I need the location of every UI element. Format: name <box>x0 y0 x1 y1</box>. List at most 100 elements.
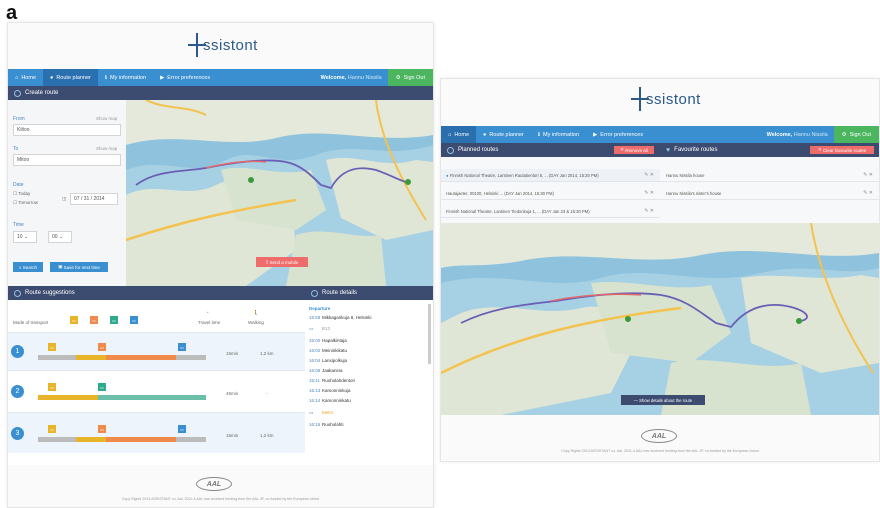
from-show-map-link[interactable]: Show map <box>96 116 117 121</box>
assistant-logo: ssistont <box>188 33 258 57</box>
hour-select[interactable]: 10 ⌄ <box>13 231 37 243</box>
compass-star-icon <box>631 87 649 111</box>
end-marker <box>405 179 411 185</box>
to-input[interactable]: Mitoo <box>13 154 121 166</box>
send-mobile-button[interactable]: ▯ Send a mobile <box>256 257 308 267</box>
edit-icon[interactable]: ✎ ✕ <box>863 172 873 178</box>
home-screen: ssistont ⌂ Home ● Route planner ℹ My inform… <box>440 78 880 462</box>
favourite-route-item[interactable]: Hannu Nissila house ✎ ✕ <box>660 169 879 182</box>
nav-my-information[interactable]: ℹ My information <box>531 126 586 143</box>
metro-icon: ▭ <box>98 383 106 391</box>
favourite-routes-header: ♥ Favourite routes ✕ Clear favourite rou… <box>660 143 879 157</box>
info-icon: ℹ <box>104 74 107 81</box>
bus-mode-toggle[interactable]: ▭ <box>90 316 98 324</box>
detail-stop: 15:58 Mikkagarikuja 8, Helsinki <box>309 315 372 320</box>
minus-icon: — <box>633 397 638 403</box>
planned-route-item[interactable]: Finnish National Theatre, Lantinen Tiedo… <box>441 205 660 218</box>
metro-mode-toggle[interactable]: ▭ <box>110 316 118 324</box>
train-icon: ▭ <box>178 343 186 351</box>
start-marker <box>625 316 631 322</box>
today-checkbox[interactable]: ☐ Today <box>13 191 30 197</box>
clear-favourite-routes-button[interactable]: ✕ Clear favourite routes <box>810 146 874 154</box>
clock-icon: ◔ <box>206 310 209 315</box>
nav-home[interactable]: ⌂ Home <box>441 126 476 143</box>
route-suggestion-row[interactable]: 3 ▭ ▭ ▭ 15min 1,2 km <box>8 412 305 453</box>
metro-icon: ▭ <box>309 410 314 415</box>
tomorrow-checkbox[interactable]: ☐ Tomorrow <box>13 200 38 206</box>
chevron-down-icon: ⌄ <box>58 234 64 240</box>
detail-stop: 16:13 Kamonninkuja <box>309 388 351 393</box>
nav-home[interactable]: ⌂ Home <box>8 69 43 86</box>
to-show-map-link[interactable]: Show map <box>96 146 117 151</box>
tram-icon: ▭ <box>48 383 56 391</box>
copyright-footer: Copy Rights 2014 ASSISTANT co. Aal, 2011… <box>121 497 320 501</box>
bus-icon: ▭ <box>98 343 106 351</box>
flag-icon: ▶ <box>160 74 165 81</box>
search-icon: ⌕ <box>18 264 22 270</box>
end-marker <box>796 318 802 324</box>
create-route-form: From Show map Kiltoo To Show map Mitoo D… <box>8 100 126 286</box>
compass-star-icon <box>188 33 206 57</box>
nav-route-planner[interactable]: ● Route planner <box>476 126 531 143</box>
map-icon <box>14 289 21 297</box>
save-icon: ▣ <box>58 264 63 269</box>
tram-icon: ▭ <box>48 343 56 351</box>
gear-icon: ⚙ <box>841 131 847 138</box>
copyright-footer: Copy Rights 2014 ASSISTANT co. Aal, 2011… <box>561 449 759 453</box>
favourite-route-item[interactable]: Hannu Nissila's sister's house ✎ ✕ <box>660 187 879 200</box>
main-nav: ⌂ Home ● Route planner ℹ My information ▶ Er… <box>441 126 879 143</box>
from-input[interactable]: Kiltoo <box>13 124 121 136</box>
assistant-logo: ssistont <box>631 87 701 111</box>
planned-routes-header: Planned routes ✕ Remove all <box>441 143 660 157</box>
train-mode-toggle[interactable]: ▭ <box>130 316 138 324</box>
route-suggestion-row[interactable]: 2 ▭ ▭ 45min - <box>8 370 305 413</box>
nav-error-preferences[interactable]: ▶ Error preferences <box>586 126 650 143</box>
heart-icon: ♥ <box>666 146 671 154</box>
planned-route-item[interactable]: Hautajaeter, 00100, Helsinki ... (DAY Ja… <box>441 187 660 200</box>
route-map[interactable]: ▯ Send a mobile <box>126 100 433 286</box>
gear-icon: ⚙ <box>395 74 401 81</box>
minute-select[interactable]: 00 ⌄ <box>48 231 72 243</box>
tram-icon: ▭ <box>48 425 56 433</box>
flag-icon: ▶ <box>593 131 598 138</box>
create-route-header: Create route <box>8 86 433 100</box>
detail-stop: 16:00 Hapalkintaja <box>309 338 347 343</box>
search-button[interactable]: ⌕ Search <box>13 262 43 272</box>
route-map[interactable]: — Show details about the route <box>441 223 879 415</box>
nav-my-information[interactable]: ℹ My information <box>98 69 153 86</box>
signout-button[interactable]: ⚙ Sign Out <box>833 126 879 143</box>
details-scrollbar[interactable] <box>428 304 431 364</box>
route-details-panel: Departure 15:58 Mikkagarikuja 8, Helsinki… <box>305 300 433 465</box>
info-icon: ℹ <box>537 131 540 138</box>
home-icon: ⌂ <box>448 131 452 138</box>
edit-icon[interactable]: ✎ ✕ <box>644 190 654 196</box>
nav-route-planner[interactable]: ● Route planner <box>43 69 98 86</box>
tram-mode-toggle[interactable]: ▭ <box>70 316 78 324</box>
show-route-details-button[interactable]: — Show details about the route <box>621 395 705 405</box>
nav-error-preferences[interactable]: ▶ Error preferences <box>153 69 217 86</box>
date-input[interactable]: 07 / 31 / 2014 <box>70 193 118 205</box>
detail-stop: 16:16 Ruoholahti <box>309 422 344 427</box>
planned-route-item[interactable]: ● Finnish National Theatre, Lantinen Rau… <box>441 169 660 182</box>
start-marker <box>248 177 254 183</box>
route-suggestion-row[interactable]: 1 ▭ ▭ ▭ 15min 1,2 km <box>8 332 305 371</box>
edit-icon[interactable]: ✎ ✕ <box>644 172 654 178</box>
signout-button[interactable]: ⚙ Sign Out <box>387 69 433 86</box>
phone-icon: ▯ <box>265 259 269 264</box>
map-graphic <box>441 223 879 415</box>
clock-icon <box>14 89 21 97</box>
bus-icon: ▭ <box>98 425 106 433</box>
aal-logo: AAL <box>641 429 677 443</box>
route-details-header: Route details <box>305 286 433 300</box>
detail-stop: 16:11 Ruoholahdentori <box>309 378 356 383</box>
trash-icon: ✕ <box>817 147 822 152</box>
main-nav: ⌂ Home ● Route planner ℹ My information ▶ Er… <box>8 69 433 86</box>
detail-mode: ▭ Metro <box>309 410 334 415</box>
welcome-text: Welcome, Hannu Nissila <box>766 131 828 138</box>
edit-icon[interactable]: ✎ ✕ <box>644 208 654 214</box>
pin-icon: ● <box>50 74 54 81</box>
remove-all-button[interactable]: ✕ Remove all <box>614 146 654 154</box>
save-for-next-time-button[interactable]: ▣ Save for next time <box>50 262 108 272</box>
edit-icon[interactable]: ✎ ✕ <box>863 190 873 196</box>
home-icon: ⌂ <box>15 74 19 81</box>
